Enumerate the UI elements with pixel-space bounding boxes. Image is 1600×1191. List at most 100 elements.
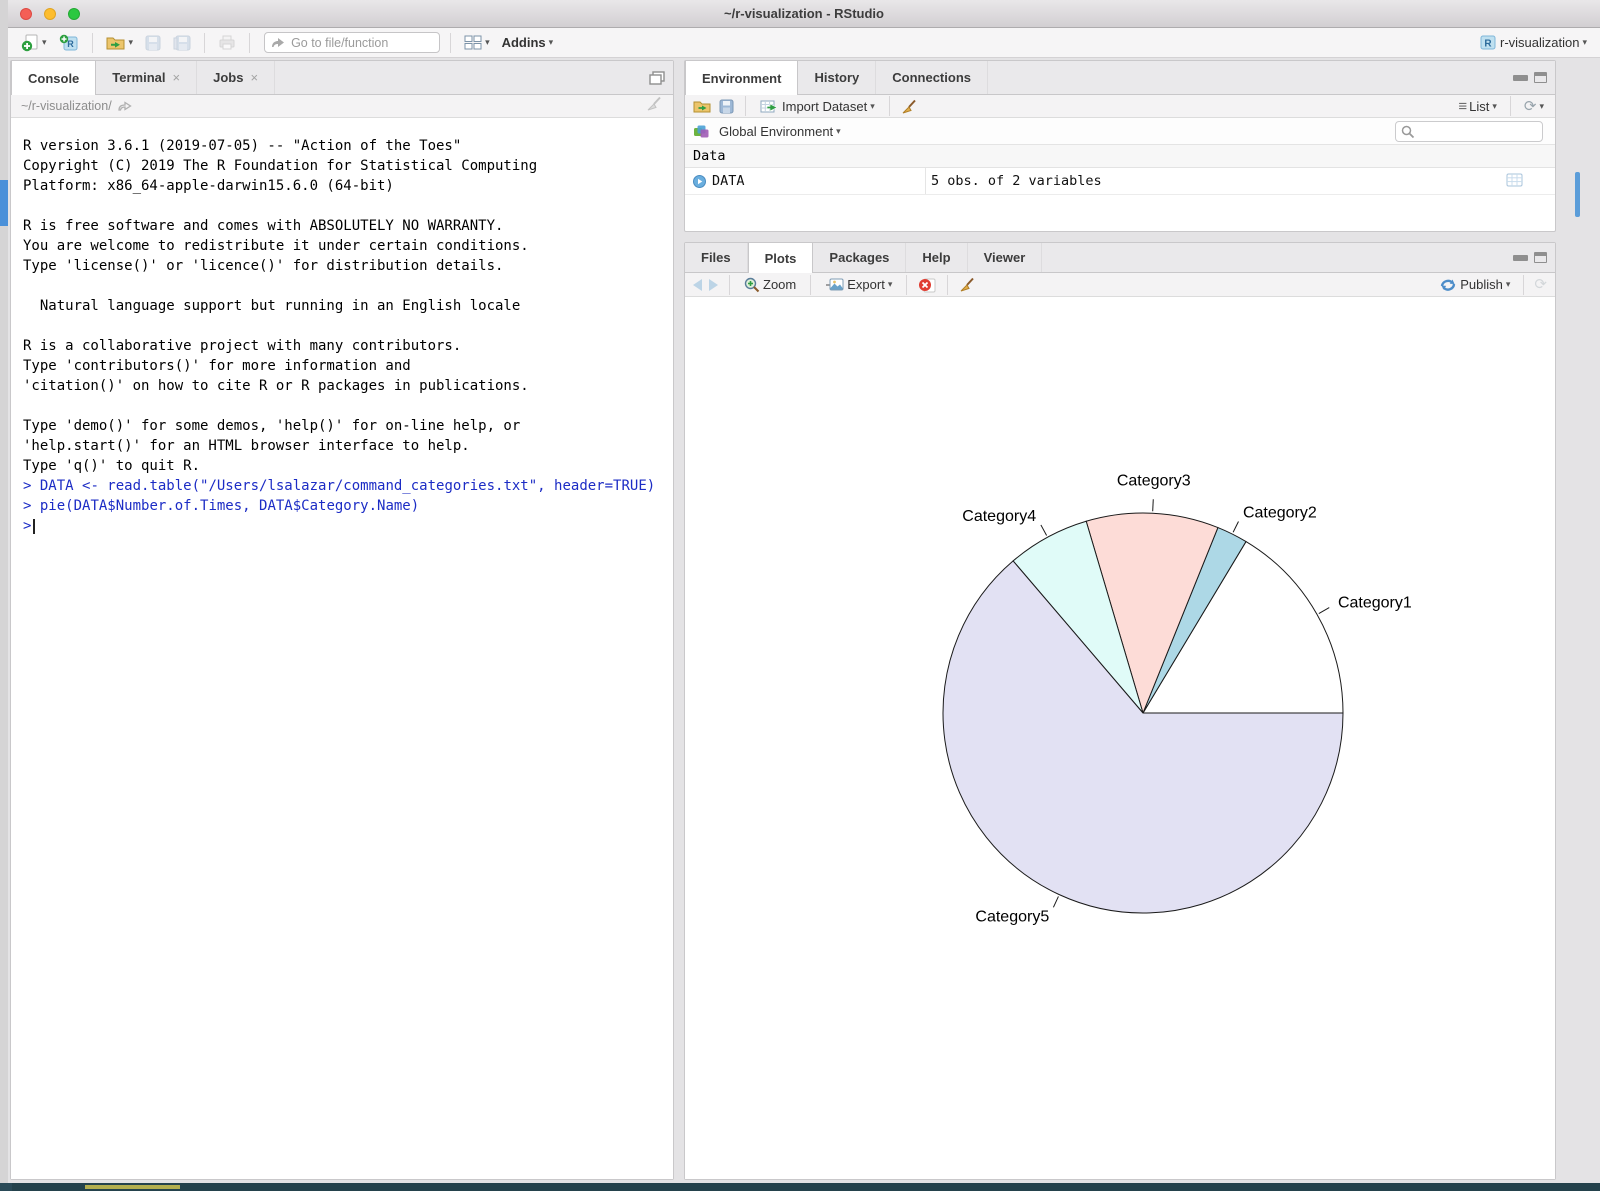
tab-environment-label: Environment — [702, 71, 781, 86]
goto-arrow-icon — [271, 36, 285, 49]
addins-label: Addins — [502, 35, 546, 50]
zoom-window-button[interactable] — [68, 8, 80, 20]
view-data-grid-icon[interactable] — [1506, 173, 1523, 187]
clear-plots-broom-icon[interactable] — [959, 277, 976, 292]
print-icon — [218, 35, 236, 50]
pane-layout-caret-icon[interactable]: ▾ — [485, 37, 490, 48]
tab-files[interactable]: Files — [685, 243, 748, 272]
plots-toolbar: Zoom Export ▾ — [685, 273, 1555, 297]
environment-search[interactable] — [1395, 121, 1543, 142]
global-environment-icon — [693, 124, 709, 139]
refresh-environment-button[interactable]: ⟳ ▾ — [1521, 97, 1547, 116]
tab-plots[interactable]: Plots — [748, 243, 814, 273]
prompt: > — [23, 516, 31, 536]
export-plot-button[interactable]: Export ▾ — [822, 275, 895, 294]
goto-file-search[interactable] — [264, 32, 440, 53]
close-icon[interactable]: × — [250, 70, 258, 85]
clear-console-broom-icon[interactable] — [646, 96, 663, 111]
open-file-button[interactable]: ▾ — [103, 33, 137, 53]
tab-history-label: History — [814, 70, 859, 85]
print-button[interactable] — [215, 33, 239, 52]
table-row[interactable]: DATA 5 obs. of 2 variables — [685, 168, 1555, 195]
previous-plot-arrow-icon[interactable] — [693, 279, 702, 291]
main-toolbar: ▾ R ▾ — [8, 28, 1600, 58]
tab-environment[interactable]: Environment — [685, 61, 798, 95]
environment-scope-selector[interactable]: Global Environment ▾ — [716, 122, 844, 141]
tab-viewer[interactable]: Viewer — [968, 243, 1043, 272]
minimize-pane-icon[interactable] — [1513, 255, 1528, 261]
maximize-pane-icon[interactable] — [1534, 72, 1547, 83]
open-file-caret-icon[interactable]: ▾ — [129, 37, 134, 48]
tab-viewer-label: Viewer — [984, 250, 1026, 265]
tab-plots-label: Plots — [765, 251, 797, 266]
tab-connections[interactable]: Connections — [876, 61, 988, 94]
save-icon — [145, 35, 161, 51]
maximize-pane-icon[interactable] — [649, 71, 665, 85]
pie-label-Category5: Category5 — [975, 908, 1049, 925]
toolbar-separator — [947, 275, 948, 295]
save-all-icon — [173, 35, 191, 51]
tab-terminal[interactable]: Terminal × — [96, 61, 197, 94]
environment-scope-caret-icon: ▾ — [836, 126, 841, 137]
list-view-button[interactable]: ≡ List ▾ — [1455, 96, 1500, 117]
remove-plot-icon[interactable] — [918, 277, 936, 293]
clear-environment-broom-icon[interactable] — [901, 99, 918, 114]
console-tabbar: Console Terminal × Jobs × — [11, 61, 673, 95]
refresh-plot-icon[interactable]: ⟳ — [1534, 277, 1547, 292]
console-output: R version 3.6.1 (2019-07-05) -- "Action … — [11, 118, 673, 476]
plots-pane: Files Plots Packages Help Viewer — [684, 242, 1556, 1180]
tab-history[interactable]: History — [798, 61, 876, 94]
object-name: DATA — [712, 173, 745, 189]
export-image-icon — [825, 277, 844, 292]
close-icon[interactable]: × — [173, 70, 181, 85]
save-all-button[interactable] — [170, 33, 194, 53]
minimize-pane-icon[interactable] — [1513, 75, 1528, 81]
toolbar-separator — [1523, 275, 1524, 295]
plots-tabbar: Files Plots Packages Help Viewer — [685, 243, 1555, 273]
console-prompt-line[interactable]: > — [11, 516, 673, 536]
tab-help[interactable]: Help — [906, 243, 967, 272]
pie-chart-svg: Category1Category2Category3Category4Cate… — [685, 297, 1555, 1179]
publish-label: Publish — [1460, 277, 1503, 292]
environment-toolbar: Import Dataset ▾ ≡ List ▾ ⟳ ▾ — [685, 95, 1555, 118]
publish-button[interactable]: Publish ▾ — [1436, 275, 1513, 294]
pie-label-Category3: Category3 — [1117, 472, 1191, 489]
tab-console[interactable]: Console — [11, 61, 96, 95]
svg-text:R: R — [1484, 39, 1492, 50]
background-window-strip — [0, 0, 8, 1191]
goto-directory-icon[interactable] — [118, 100, 132, 112]
pane-layout-button[interactable]: ▾ — [461, 33, 493, 52]
zoom-plot-button[interactable]: Zoom — [741, 275, 799, 295]
pie-label-tick — [1233, 521, 1238, 532]
goto-file-input[interactable] — [264, 32, 440, 53]
save-button[interactable] — [142, 33, 164, 53]
new-project-button[interactable]: R — [56, 32, 82, 54]
addins-button[interactable]: Addins ▾ — [499, 33, 557, 52]
minimize-window-button[interactable] — [44, 8, 56, 20]
import-dataset-button[interactable]: Import Dataset ▾ — [757, 97, 878, 116]
load-workspace-folder-icon[interactable] — [693, 99, 712, 114]
prompt: > — [23, 496, 31, 516]
next-plot-arrow-icon[interactable] — [709, 279, 718, 291]
tab-files-label: Files — [701, 250, 731, 265]
new-file-caret-icon[interactable]: ▾ — [42, 37, 47, 48]
text-cursor — [33, 519, 35, 534]
environment-search-input[interactable] — [1395, 121, 1543, 142]
close-window-button[interactable] — [20, 8, 32, 20]
expand-object-icon[interactable] — [693, 175, 706, 188]
open-folder-icon — [106, 35, 126, 51]
list-view-caret-icon: ▾ — [1492, 101, 1497, 112]
tab-jobs[interactable]: Jobs × — [197, 61, 275, 94]
new-file-button[interactable]: ▾ — [18, 32, 50, 54]
save-workspace-icon[interactable] — [719, 99, 734, 114]
console-body[interactable]: R version 3.6.1 (2019-07-05) -- "Action … — [11, 118, 673, 1179]
import-dataset-caret-icon: ▾ — [870, 101, 875, 112]
data-section-label: Data — [693, 148, 726, 164]
object-summary: 5 obs. of 2 variables — [926, 173, 1102, 189]
tab-packages[interactable]: Packages — [813, 243, 906, 272]
list-icon: ≡ — [1458, 98, 1466, 115]
maximize-pane-icon[interactable] — [1534, 252, 1547, 263]
refresh-icon: ⟳ — [1524, 99, 1537, 114]
toolbar-separator — [810, 275, 811, 295]
project-menu-button[interactable]: R r-visualization ▾ — [1476, 32, 1590, 53]
